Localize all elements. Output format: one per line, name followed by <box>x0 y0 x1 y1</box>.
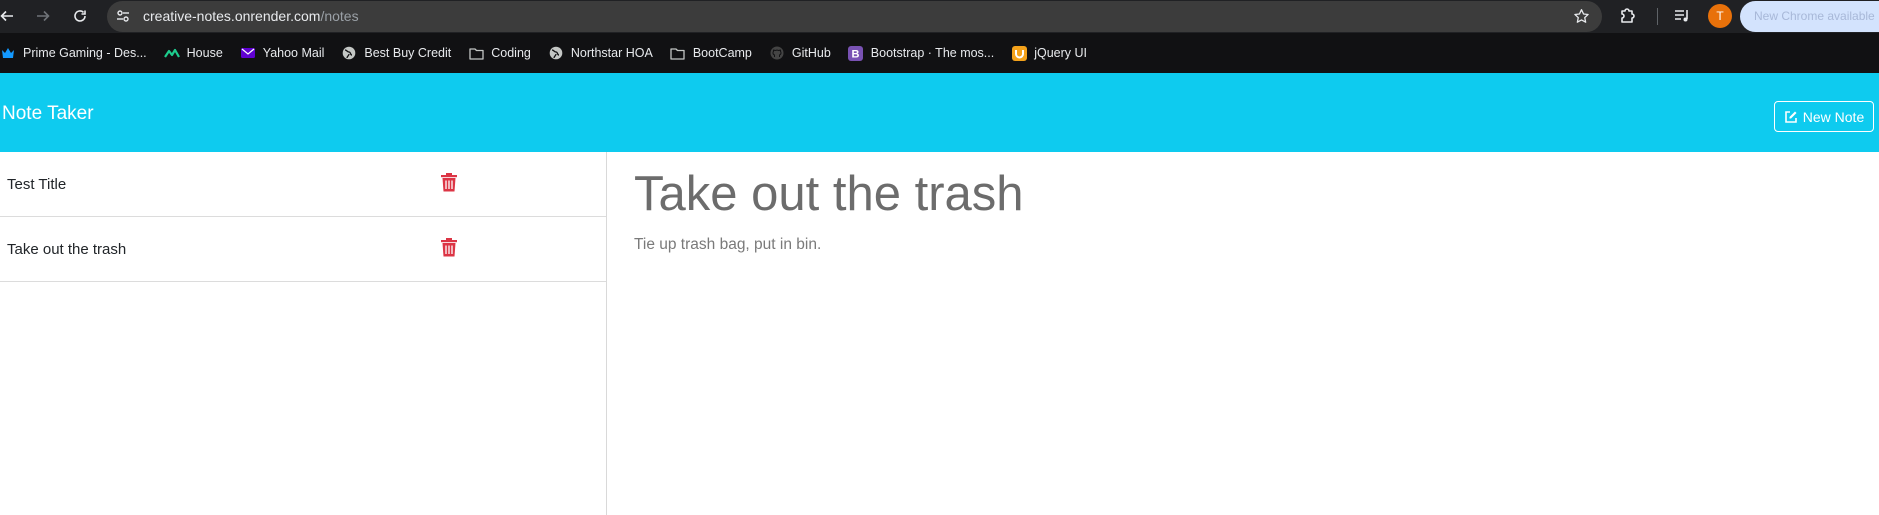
app-navbar: Note Taker New Note <box>0 73 1879 152</box>
bookmark-northstar-hoa[interactable]: Northstar HOA <box>548 33 653 73</box>
trash-icon[interactable] <box>441 238 457 262</box>
bookmark-label: jQuery UI <box>1034 46 1088 60</box>
bookmark-label: Coding <box>491 46 531 60</box>
arrow-right-icon <box>37 10 50 22</box>
jquery-icon <box>1011 45 1027 61</box>
zillow-icon <box>163 45 180 61</box>
bookmark-label: Bootstrap · The mos... <box>870 46 995 60</box>
note-text-area[interactable]: Tie up trash bag, put in bin. <box>634 235 821 255</box>
new-note-label: New Note <box>1802 108 1865 125</box>
app-brand[interactable]: Note Taker <box>2 103 94 125</box>
bookmark-yahoo-mail[interactable]: Yahoo Mail <box>240 33 325 73</box>
folder-icon <box>468 45 484 61</box>
bookmark-label: House <box>186 46 223 60</box>
svg-text:B: B <box>852 48 860 60</box>
crown-icon <box>0 45 16 61</box>
list-item[interactable]: Test Title <box>0 152 606 217</box>
bookmark-jquery-ui[interactable]: jQuery UI <box>1011 33 1087 73</box>
url-host: creative-notes.onrender.com <box>143 8 321 24</box>
reload-icon <box>74 10 86 22</box>
media-control-icon[interactable] <box>1672 6 1692 31</box>
bookmark-folder-bootcamp[interactable]: BootCamp <box>670 33 752 73</box>
bookmark-prime-gaming[interactable]: Prime Gaming - Des... <box>0 33 147 73</box>
bookmark-house[interactable]: House <box>163 33 223 73</box>
reload-button[interactable] <box>68 4 92 28</box>
list-item[interactable]: Take out the trash <box>0 217 606 282</box>
chrome-update-button[interactable]: New Chrome available <box>1740 1 1879 32</box>
url-path: /notes <box>320 8 359 24</box>
arrow-left-icon <box>0 10 13 22</box>
note-title-input[interactable]: Take out the trash <box>634 164 1024 224</box>
bookmark-github[interactable]: GitHub <box>769 33 831 73</box>
bookmark-best-buy-credit[interactable]: Best Buy Credit <box>341 33 451 73</box>
notes-list: Test Title Take out the trash <box>0 152 607 515</box>
bookmark-label: GitHub <box>791 46 831 60</box>
mail-icon <box>240 45 256 61</box>
bookmark-bootstrap[interactable]: B Bootstrap · The mos... <box>848 33 994 73</box>
folder-icon <box>670 45 686 61</box>
bootstrap-icon: B <box>848 45 864 61</box>
bookmark-label: Yahoo Mail <box>262 46 325 60</box>
url-text[interactable]: creative-notes.onrender.com/notes <box>143 8 359 25</box>
bookmark-label: Best Buy Credit <box>364 46 452 60</box>
bookmark-folder-coding[interactable]: Coding <box>468 33 531 73</box>
bookmarks-bar: Prime Gaming - Des... House Yahoo Mail B… <box>0 33 1879 73</box>
bookmark-star-icon[interactable] <box>1573 8 1590 30</box>
site-settings-icon[interactable] <box>115 8 131 29</box>
forward-button[interactable] <box>31 4 55 28</box>
edit-icon <box>1784 110 1797 123</box>
note-list-title[interactable]: Take out the trash <box>7 241 126 259</box>
address-bar[interactable]: creative-notes.onrender.com/notes <box>107 1 1602 32</box>
bookmark-label: Prime Gaming - Des... <box>23 46 147 60</box>
bookmark-label: Northstar HOA <box>570 46 653 60</box>
bookmark-label: BootCamp <box>692 46 752 60</box>
globe-icon <box>341 45 357 61</box>
extensions-icon[interactable] <box>1617 5 1639 32</box>
new-note-button[interactable]: New Note <box>1774 101 1874 132</box>
profile-avatar[interactable]: T <box>1708 4 1732 28</box>
trash-icon[interactable] <box>441 173 457 197</box>
toolbar-divider <box>1657 8 1658 25</box>
note-editor: Take out the trash Tie up trash bag, put… <box>608 152 1879 515</box>
github-icon <box>769 45 785 61</box>
globe-icon <box>548 45 564 61</box>
note-list-title[interactable]: Test Title <box>7 176 66 194</box>
back-button[interactable] <box>0 4 19 28</box>
browser-toolbar: creative-notes.onrender.com/notes T New … <box>0 0 1879 33</box>
